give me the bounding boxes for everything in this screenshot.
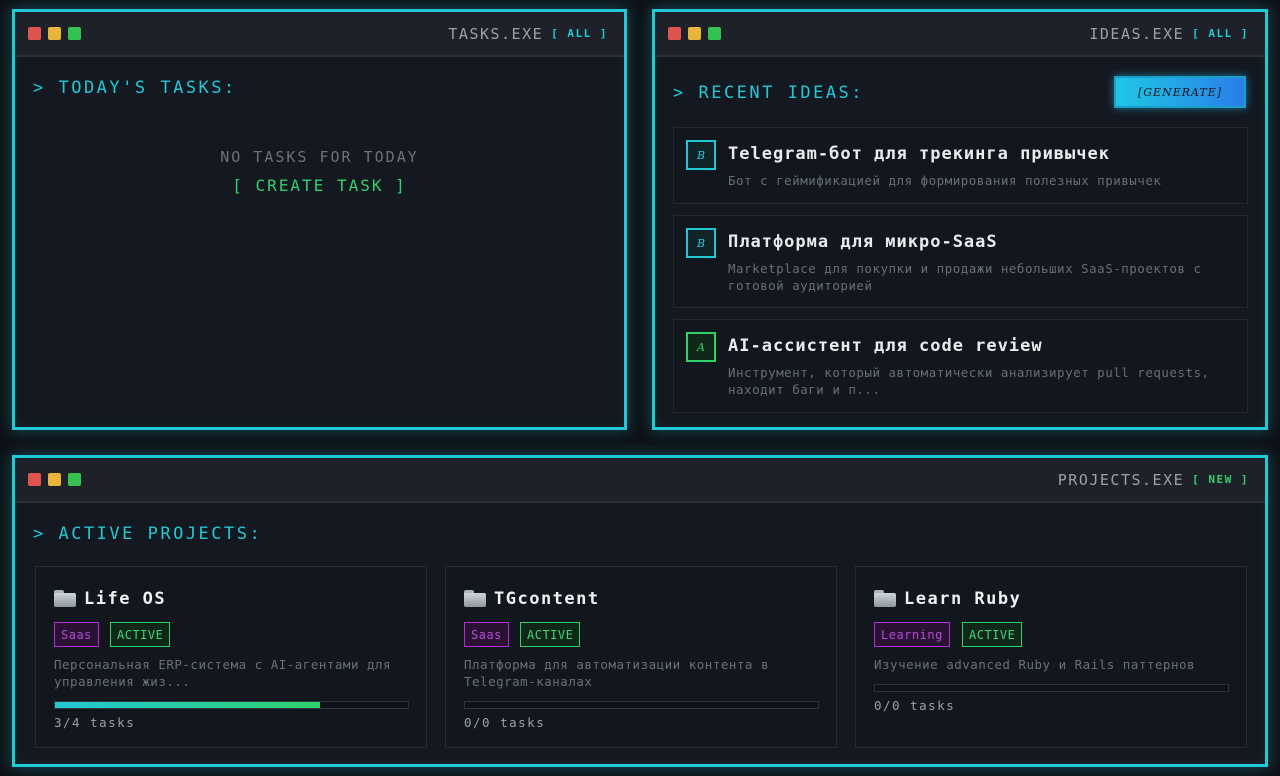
category-tag: Saas [54, 622, 99, 647]
status-badge: ACTIVE [110, 622, 171, 647]
idea-card[interactable]: A AI-ассистент для code review Инструмен… [673, 319, 1248, 413]
project-title: TGcontent [494, 589, 600, 609]
idea-badge: B [686, 228, 716, 258]
task-count: 0/0 tasks [874, 698, 956, 713]
maximize-dot[interactable] [708, 27, 721, 40]
tasks-titlebar: TASKS.EXE [ ALL ] [15, 12, 624, 57]
empty-state-text: NO TASKS FOR TODAY [220, 148, 419, 166]
ideas-titlebar: IDEAS.EXE [ ALL ] [655, 12, 1265, 57]
minimize-dot[interactable] [688, 27, 701, 40]
idea-card[interactable]: B Telegram-бот для трекинга привычек Бот… [673, 127, 1248, 204]
section-heading: > RECENT IDEAS: [673, 83, 865, 103]
close-dot[interactable] [668, 27, 681, 40]
task-count: 3/4 tasks [54, 715, 136, 730]
generate-button[interactable]: [GENERATE] [1114, 76, 1246, 108]
minimize-dot[interactable] [48, 27, 61, 40]
category-tag: Learning [874, 622, 950, 647]
idea-description: Инструмент, который автоматически анализ… [728, 365, 1210, 397]
idea-badge: A [686, 332, 716, 362]
section-heading: > ACTIVE PROJECTS: [33, 524, 263, 544]
project-card[interactable]: Life OS Saas ACTIVE Персональная ERP-сис… [35, 566, 427, 748]
maximize-dot[interactable] [68, 473, 81, 486]
close-dot[interactable] [28, 473, 41, 486]
folder-icon [874, 590, 896, 607]
maximize-dot[interactable] [68, 27, 81, 40]
idea-title: Платформа для микро-SaaS [728, 232, 998, 252]
close-dot[interactable] [28, 27, 41, 40]
progress-fill [55, 702, 320, 708]
section-heading: > TODAY'S TASKS: [33, 78, 237, 98]
idea-description: Marketplace для покупки и продажи неболь… [728, 261, 1202, 293]
projects-window: PROJECTS.EXE [ NEW ] > ACTIVE PROJECTS: … [12, 455, 1268, 767]
progress-bar [54, 701, 409, 709]
project-description: Платформа для автоматизации контента в T… [464, 657, 769, 689]
idea-badge: B [686, 140, 716, 170]
status-badge: ACTIVE [520, 622, 581, 647]
task-count: 0/0 tasks [464, 715, 546, 730]
folder-icon [464, 590, 486, 607]
idea-title: AI-ассистент для code review [728, 336, 1043, 356]
projects-titlebar: PROJECTS.EXE [ NEW ] [15, 458, 1265, 503]
project-description: Изучение advanced Ruby и Rails паттернов [874, 657, 1196, 672]
idea-card[interactable]: B Платформа для микро-SaaS Marketplace д… [673, 215, 1248, 308]
folder-icon [54, 590, 76, 607]
create-task-button[interactable]: [ CREATE TASK ] [15, 176, 624, 195]
new-project-link[interactable]: [ NEW ] [1192, 473, 1249, 486]
all-ideas-link[interactable]: [ ALL ] [1192, 27, 1249, 40]
minimize-dot[interactable] [48, 473, 61, 486]
project-description: Персональная ERP-система с AI-агентами д… [54, 657, 392, 689]
window-title: IDEAS.EXE [1089, 24, 1185, 43]
idea-title: Telegram-бот для трекинга привычек [728, 144, 1110, 164]
window-title: TASKS.EXE [448, 24, 544, 43]
progress-bar [874, 684, 1229, 692]
project-card[interactable]: Learn Ruby Learning ACTIVE Изучение adva… [855, 566, 1247, 748]
status-badge: ACTIVE [962, 622, 1023, 647]
tasks-window: TASKS.EXE [ ALL ] > TODAY'S TASKS: NO TA… [12, 9, 627, 430]
project-title: Life OS [84, 589, 167, 609]
project-title: Learn Ruby [904, 589, 1022, 609]
category-tag: Saas [464, 622, 509, 647]
project-card[interactable]: TGcontent Saas ACTIVE Платформа для авто… [445, 566, 837, 748]
all-tasks-link[interactable]: [ ALL ] [551, 27, 608, 40]
window-title: PROJECTS.EXE [1057, 470, 1185, 489]
progress-bar [464, 701, 819, 709]
ideas-window: IDEAS.EXE [ ALL ] > RECENT IDEAS: [GENER… [652, 9, 1268, 430]
idea-description: Бот с геймификацией для формирования пол… [728, 173, 1162, 188]
